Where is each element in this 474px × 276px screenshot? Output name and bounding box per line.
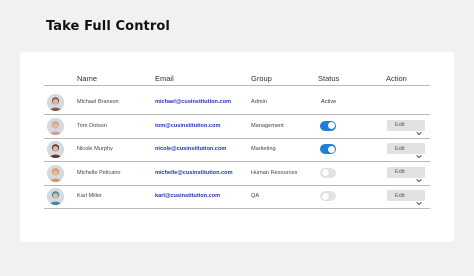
user-email-link[interactable]: michael@cusinstitution.com [155,99,231,105]
user-name: Tom Dotson [77,122,107,129]
table-header: Name Email Group Status Action [44,72,430,86]
edit-label: Edit [395,192,405,199]
toggle-knob [327,145,335,153]
edit-dropdown[interactable]: Edit [387,190,425,206]
column-header-email: Email [155,74,174,83]
user-group: Human Resources [251,169,298,176]
user-avatar [47,117,64,135]
status-toggle[interactable] [320,191,336,201]
chevron-down-icon [416,193,422,206]
row-divider [44,208,430,209]
toggle-knob [321,169,329,176]
edit-dropdown[interactable]: Edit [387,166,425,182]
column-header-status: Status [318,74,340,83]
user-group: Marketing [251,146,276,152]
edit-dropdown[interactable]: Edit [387,143,425,159]
user-email-link[interactable]: nicole@cusinstitution.com [155,146,226,152]
user-name: Nicole Murphy [77,146,113,152]
user-name: Michael Branson [77,99,119,105]
user-email-link[interactable]: michelle@cusinstitution.com [155,170,233,176]
users-table: Name Email Group Status Action Michael B… [44,72,430,209]
status-toggle[interactable] [320,120,336,131]
edit-label: Edit [395,169,405,175]
user-group: QA [251,193,260,199]
user-name: Karl Miller [77,193,102,199]
page-title: Take Full Control [46,19,170,34]
table-row: Tom Dotson tom@cusinstitution.com Manageme… [44,116,430,139]
chevron-down-icon [416,170,422,182]
edit-dropdown[interactable]: Edit [387,119,425,135]
user-avatar [47,188,64,205]
table-row: Michael Branson michael@cusinstitution.co… [44,92,430,115]
table-row: Nicole Murphy nicole@cusinstitution.com Ma… [44,139,430,162]
status-toggle[interactable] [320,144,336,154]
table-row: Michelle Pelicano michelle@cusinstitution… [44,163,430,186]
user-email-link[interactable]: karl@cusinstitution.com [155,193,220,199]
user-name: Michelle Pelicano [77,169,121,176]
chevron-down-icon [416,123,422,135]
edit-label: Edit [395,145,405,152]
user-email-link[interactable]: tom@cusinstitution.com [155,123,220,129]
status-toggle[interactable] [320,167,336,178]
chevron-down-icon [416,146,422,159]
user-avatar [47,164,64,182]
toggle-knob [327,122,335,129]
column-header-group: Group [251,74,272,83]
user-group: Admin [251,99,267,105]
user-group: Management [251,122,284,129]
column-header-action: Action [386,74,407,83]
edit-label: Edit [395,122,405,128]
toggle-knob [321,192,329,200]
column-header-name: Name [77,74,98,83]
header-divider [44,85,430,86]
user-avatar [47,94,64,111]
user-avatar [47,141,64,158]
status-label: Active [321,99,337,105]
table-row: Karl Miller karl@cusinstitution.com QA Edit [44,186,430,209]
